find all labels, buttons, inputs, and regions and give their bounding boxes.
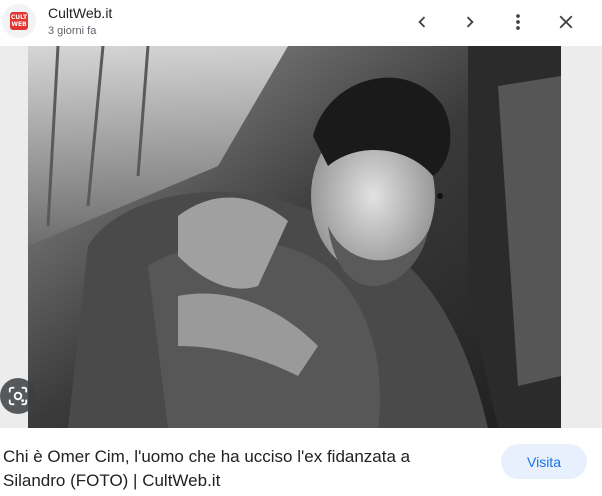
favicon-text-bottom: WEB xyxy=(11,21,27,28)
close-icon xyxy=(559,15,573,29)
viewer-header: CULT WEB CultWeb.it 3 giorni fa xyxy=(0,0,602,46)
preview-photo[interactable] xyxy=(28,46,561,428)
chevron-right-icon xyxy=(466,16,474,28)
site-name[interactable]: CultWeb.it xyxy=(48,5,112,21)
more-vert-icon xyxy=(516,14,520,30)
google-lens-icon xyxy=(8,386,28,406)
cultweb-logo-icon: CULT WEB xyxy=(10,12,28,30)
post-time: 3 giorni fa xyxy=(48,25,97,37)
favicon-text-top: CULT xyxy=(10,14,28,21)
site-favicon[interactable]: CULT WEB xyxy=(2,4,36,38)
next-button[interactable] xyxy=(455,7,485,37)
google-lens-button[interactable] xyxy=(0,378,36,414)
chevron-left-icon xyxy=(418,16,426,28)
visit-button[interactable]: Visita xyxy=(501,444,587,479)
more-options-button[interactable] xyxy=(503,7,533,37)
result-title[interactable]: Chi è Omer Cim, l'uomo che ha ucciso l'e… xyxy=(3,445,463,493)
close-button[interactable] xyxy=(551,7,581,37)
man-in-car-photo xyxy=(28,46,561,428)
image-preview-area xyxy=(0,46,602,428)
previous-button[interactable] xyxy=(407,7,437,37)
